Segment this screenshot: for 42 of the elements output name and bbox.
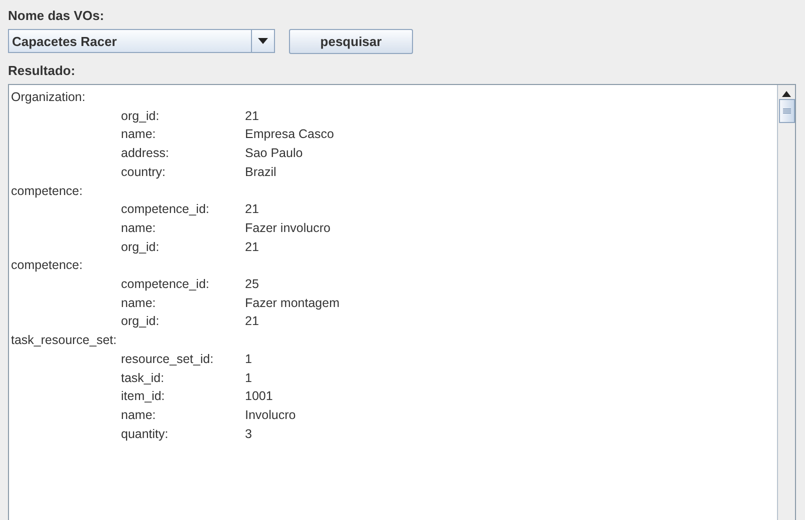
field-key: org_id: [121, 312, 245, 332]
field-key: competence_id: [121, 200, 245, 219]
field-key: task_id: [121, 368, 245, 388]
field-key: org_id: [121, 106, 245, 126]
vo-dropdown[interactable]: Capacetes Racer [8, 29, 275, 53]
scroll-up-icon[interactable] [782, 91, 791, 97]
section-header: task_resource_set: [11, 332, 117, 350]
field-value: 25 [245, 276, 259, 294]
field-key: country: [121, 162, 245, 182]
field-key: org_id: [121, 238, 245, 256]
caret-icon [258, 38, 268, 44]
field-value: Brazil [245, 164, 276, 181]
field-value: 21 [245, 108, 259, 125]
field-value: 21 [245, 238, 259, 256]
field-label: Resultado: [8, 62, 76, 80]
field-value: Involucro [245, 406, 296, 424]
field-value: 21 [245, 313, 259, 330]
field-key: quantity: [121, 424, 245, 444]
field-key: item_id: [121, 387, 245, 406]
search-button[interactable]: pesquisar [289, 29, 413, 54]
field-value: Fazer involucro [245, 220, 330, 237]
field-key: name: [121, 294, 245, 312]
section-header: competence: [11, 257, 83, 274]
field-value: 21 [245, 201, 259, 218]
field-key: resource_set_id: [121, 350, 245, 369]
field-key: competence_id: [121, 275, 245, 294]
field-label: Nome das VOs: [8, 6, 104, 24]
field-value: 1 [245, 370, 252, 387]
vertical-scrollbar[interactable] [777, 85, 795, 520]
field-value: Empresa Casco [245, 126, 334, 144]
field-key: name: [121, 125, 245, 144]
field-value: 3 [245, 426, 252, 443]
field-key: name: [121, 406, 245, 425]
scroll-thumb[interactable] [778, 99, 794, 123]
field-key: name: [121, 218, 245, 238]
section-header: competence: [11, 182, 83, 200]
field-key: address: [121, 144, 245, 163]
field-value: 1001 [245, 388, 273, 406]
section-header: Organization: [11, 89, 86, 106]
field-value: Sao Paulo [245, 145, 303, 162]
field-value: Fazer montagem [245, 294, 340, 312]
field-value: 1 [245, 350, 252, 368]
